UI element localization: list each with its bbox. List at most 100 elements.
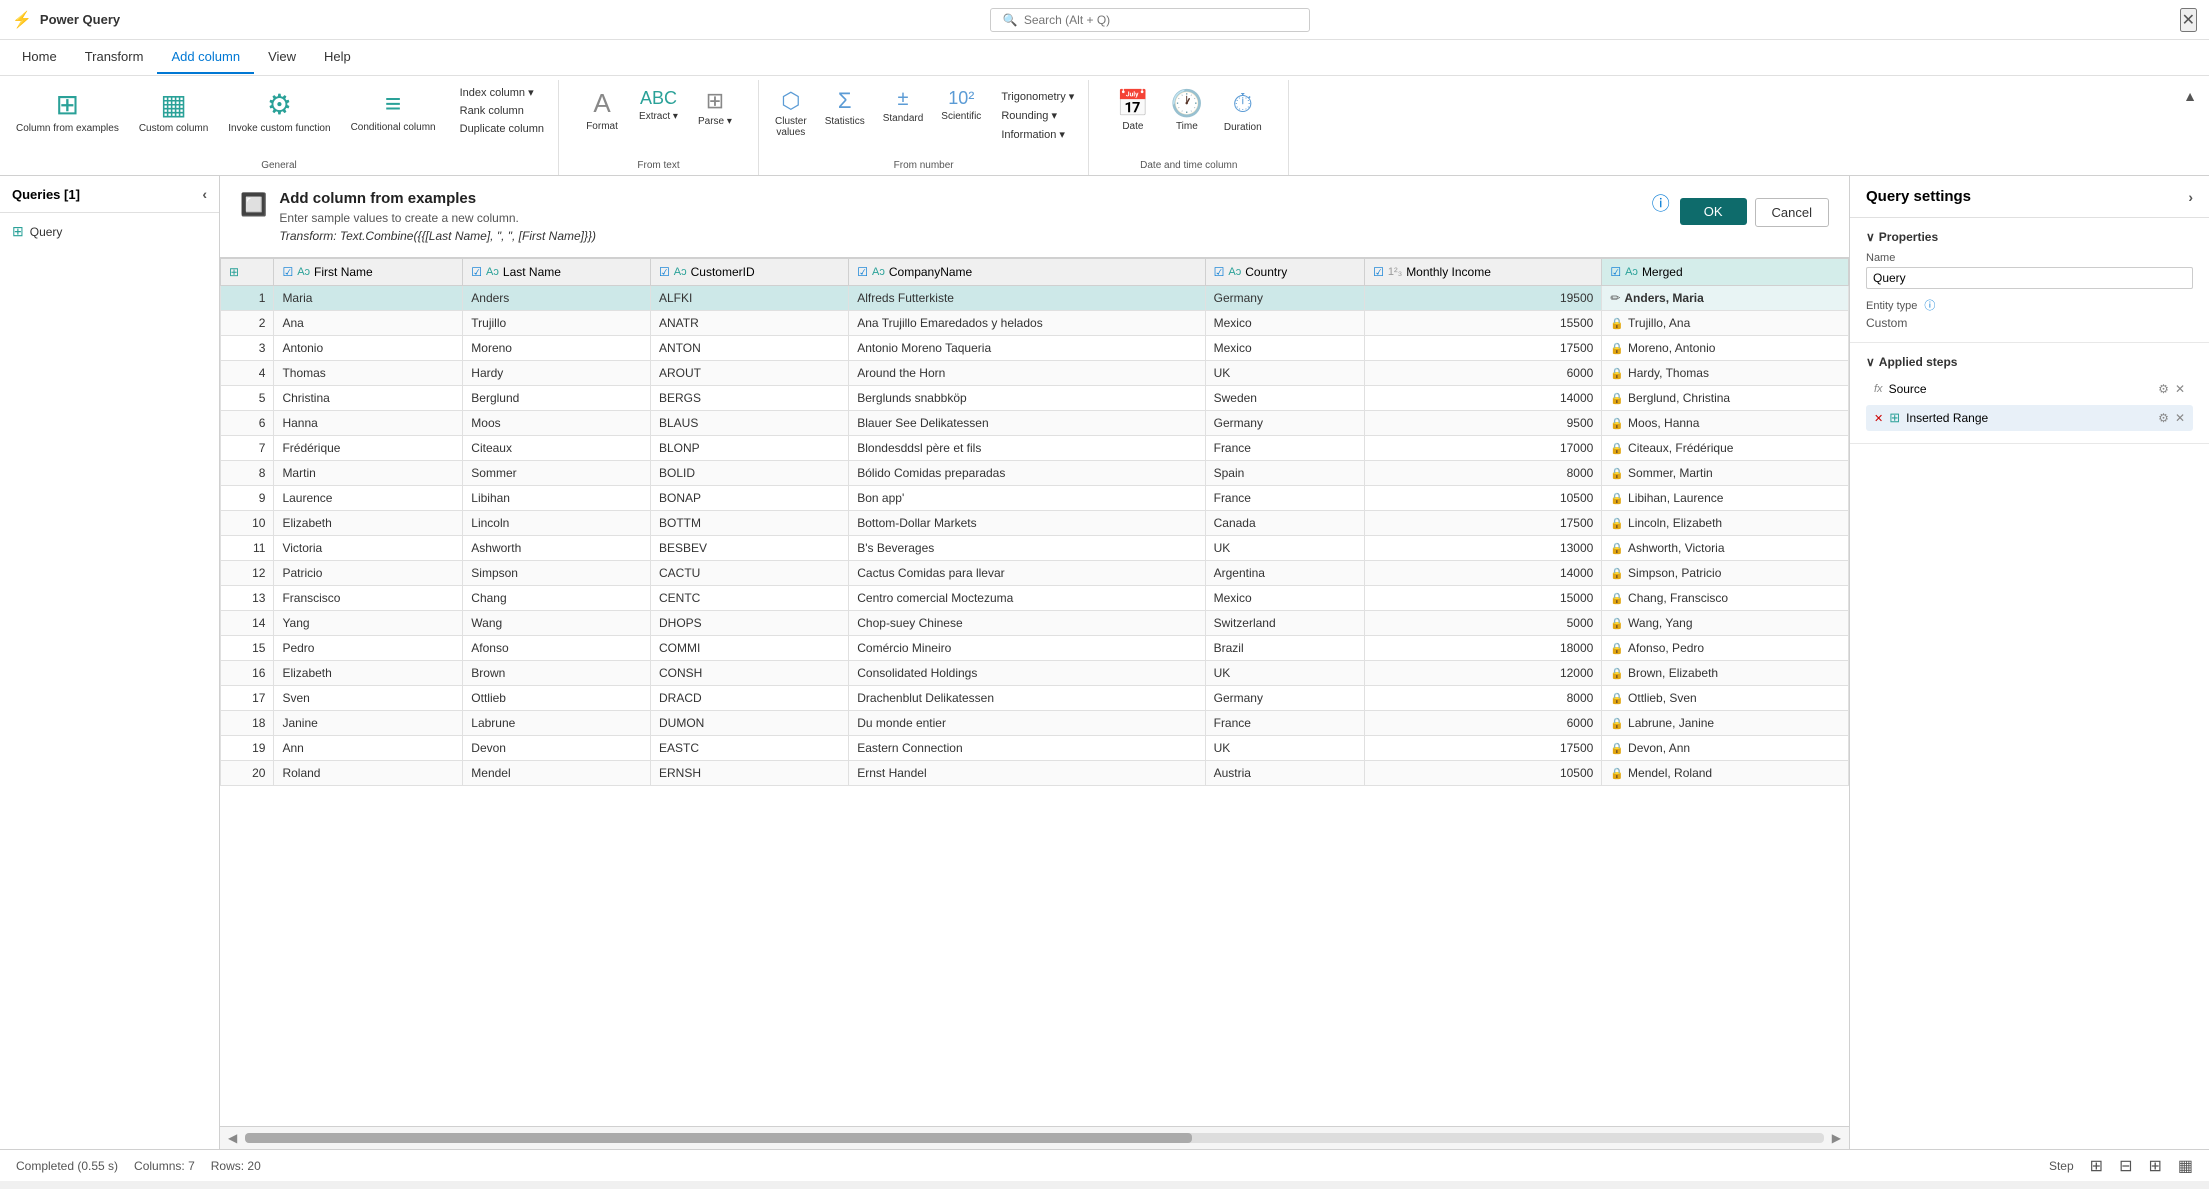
table-row[interactable]: 3AntonioMorenoANTONAntonio Moreno Taquer… xyxy=(221,336,1849,361)
search-box[interactable]: 🔍 xyxy=(990,8,1310,32)
table-row[interactable]: 5ChristinaBerglundBERGSBerglunds snabbkö… xyxy=(221,386,1849,411)
close-button[interactable]: ✕ xyxy=(2180,8,2197,32)
grid-icon[interactable]: ⊟ xyxy=(2119,1156,2132,1176)
edit-icon[interactable]: ✏ xyxy=(1610,291,1620,305)
inserted-range-settings-icon[interactable]: ⚙ xyxy=(2158,411,2169,425)
settings-expand-icon[interactable]: › xyxy=(2188,189,2193,205)
ribbon-btn-date[interactable]: 📅 Date xyxy=(1108,84,1158,136)
merged-value: Wang, Yang xyxy=(1628,616,1693,630)
col-type-icon-first-name: Aↄ xyxy=(297,266,310,278)
ribbon-btn-invoke-custom[interactable]: ⚙ Invoke custom function xyxy=(220,84,338,138)
queries-collapse-icon[interactable]: ‹ xyxy=(202,186,207,202)
col-check-monthly-income: ☑ xyxy=(1373,265,1384,279)
ribbon-btn-time[interactable]: 🕐 Time xyxy=(1162,84,1212,136)
menu-transform[interactable]: Transform xyxy=(71,41,158,74)
table-row[interactable]: 2AnaTrujilloANATRAna Trujillo Emaredados… xyxy=(221,311,1849,336)
table-row[interactable]: 7FrédériqueCiteauxBLONPBlondesddsl père … xyxy=(221,436,1849,461)
data-table-container[interactable]: ⊞ ☑ Aↄ First Name ☑ Aↄ xyxy=(220,258,1849,1126)
col-header-monthly-income[interactable]: ☑ 1²₃ Monthly Income xyxy=(1365,259,1602,286)
menu-view[interactable]: View xyxy=(254,41,310,74)
ribbon-btn-custom-column[interactable]: ▦ Custom column xyxy=(131,84,216,138)
examples-banner-actions: OK Cancel xyxy=(1680,198,1829,227)
lock-icon: 🔒 xyxy=(1610,492,1624,505)
ribbon-btn-rank-column[interactable]: Rank column xyxy=(454,103,550,119)
table-row[interactable]: 6HannaMoosBLAUSBlauer See DelikatessenGe… xyxy=(221,411,1849,436)
applied-steps-expand[interactable]: ∨ Applied steps xyxy=(1866,355,2193,369)
ribbon-btn-information[interactable]: Information ▾ xyxy=(995,126,1080,143)
table-icon[interactable]: ⊞ xyxy=(2148,1156,2161,1176)
step-source[interactable]: fx Source ⚙ ✕ xyxy=(1866,377,2193,401)
time-icon: 🕐 xyxy=(1171,88,1203,119)
table-row[interactable]: 15PedroAfonsoCOMMIComércio MineiroBrazil… xyxy=(221,636,1849,661)
ribbon-btn-index-column[interactable]: Index column ▾ xyxy=(454,84,550,101)
step-inserted-range[interactable]: ✕ ⊞ Inserted Range ⚙ ✕ xyxy=(1866,405,2193,431)
ribbon-btn-rounding[interactable]: Rounding ▾ xyxy=(995,107,1080,124)
delete-icon[interactable]: ✕ xyxy=(1874,412,1883,425)
scroll-right-icon[interactable]: ▶ xyxy=(1832,1131,1841,1145)
col-header-merged[interactable]: ☑ Aↄ Merged xyxy=(1602,259,1849,286)
ribbon-btn-cluster[interactable]: ⬡ Clustervalues xyxy=(767,84,815,142)
table-row[interactable]: 17SvenOttliebDRACDDrachenblut Delikatess… xyxy=(221,686,1849,711)
table-row[interactable]: 11VictoriaAshworthBESBEVB's BeveragesUK1… xyxy=(221,536,1849,561)
ribbon-collapse-btn[interactable]: ▲ xyxy=(2175,84,2205,108)
search-input[interactable] xyxy=(1024,13,1244,27)
ribbon-btn-standard[interactable]: ± Standard xyxy=(875,84,932,128)
ribbon-btn-trigonometry[interactable]: Trigonometry ▾ xyxy=(995,88,1080,105)
ribbon-group-datetime-label: Date and time column xyxy=(1097,156,1280,175)
table-row[interactable]: 20RolandMendelERNSHErnst HandelAustria10… xyxy=(221,761,1849,786)
source-step-settings-icon[interactable]: ⚙ xyxy=(2158,382,2169,396)
ribbon-btn-format[interactable]: A Format xyxy=(577,84,627,136)
properties-expand[interactable]: ∨ Properties xyxy=(1866,230,2193,244)
ribbon-btn-extract[interactable]: ABC Extract ▾ xyxy=(631,84,686,126)
scrollbar-thumb[interactable] xyxy=(245,1133,1192,1143)
settings-header: Query settings › xyxy=(1850,176,2209,218)
merged-value: Trujillo, Ana xyxy=(1628,316,1690,330)
table-row[interactable]: 16ElizabethBrownCONSHConsolidated Holdin… xyxy=(221,661,1849,686)
table-row[interactable]: 13FransciscoChangCENTCCentro comercial M… xyxy=(221,586,1849,611)
ribbon-btn-parse[interactable]: ⊞ Parse ▾ xyxy=(690,84,740,131)
table-row[interactable]: 8MartinSommerBOLIDBólido Comidas prepara… xyxy=(221,461,1849,486)
table-row[interactable]: 14YangWangDHOPSChop-suey ChineseSwitzerl… xyxy=(221,611,1849,636)
layout-icon[interactable]: ▦ xyxy=(2178,1156,2193,1176)
ribbon-btn-conditional[interactable]: ≡ Conditional column xyxy=(343,84,444,137)
status-bar-right: Step ⊞ ⊟ ⊞ ▦ xyxy=(2049,1156,2193,1176)
inserted-range-step-icon: ⊞ xyxy=(1889,410,1900,426)
inserted-range-delete2-icon[interactable]: ✕ xyxy=(2175,411,2185,425)
source-step-delete-icon[interactable]: ✕ xyxy=(2175,382,2185,396)
ribbon-btn-scientific[interactable]: 10² Scientific xyxy=(933,84,989,126)
col-label-first-name: First Name xyxy=(314,265,373,279)
merged-value: Lincoln, Elizabeth xyxy=(1628,516,1722,530)
ribbon-btn-duration[interactable]: ⏱ Duration xyxy=(1216,84,1270,137)
ribbon-btn-duplicate-column[interactable]: Duplicate column xyxy=(454,121,550,137)
table-row[interactable]: 10ElizabethLincolnBOTTMBottom-Dollar Mar… xyxy=(221,511,1849,536)
applied-steps-list: fx Source ⚙ ✕ ✕ ⊞ Inserted Range xyxy=(1866,377,2193,431)
standard-icon: ± xyxy=(898,88,909,111)
col-header-first-name[interactable]: ☑ Aↄ First Name xyxy=(274,259,463,286)
table-row[interactable]: 19AnnDevonEASTCEastern ConnectionUK17500… xyxy=(221,736,1849,761)
col-header-last-name[interactable]: ☑ Aↄ Last Name xyxy=(463,259,651,286)
table-row[interactable]: 12PatricioSimpsonCACTUCactus Comidas par… xyxy=(221,561,1849,586)
menu-home[interactable]: Home xyxy=(8,41,71,74)
ribbon-btn-column-from-examples[interactable]: ⊞ Column from examples xyxy=(8,84,127,138)
lock-icon: 🔒 xyxy=(1610,442,1624,455)
table-row[interactable]: 9LaurenceLibihanBONAPBon app'France10500… xyxy=(221,486,1849,511)
lock-icon: 🔒 xyxy=(1610,367,1624,380)
query-item[interactable]: ⊞ Query xyxy=(4,217,215,246)
ribbon-btn-statistics[interactable]: Σ Statistics xyxy=(817,84,873,131)
table-row[interactable]: 4ThomasHardyAROUTAround the HornUK6000🔒H… xyxy=(221,361,1849,386)
cancel-button[interactable]: Cancel xyxy=(1755,198,1829,227)
step-icon[interactable]: ⊞ xyxy=(2090,1156,2103,1176)
col-header-customer-id[interactable]: ☑ Aↄ CustomerID xyxy=(651,259,849,286)
table-row[interactable]: 18JanineLabruneDUMONDu monde entierFranc… xyxy=(221,711,1849,736)
menu-help[interactable]: Help xyxy=(310,41,365,74)
help-icon[interactable]: ⓘ xyxy=(1652,190,1670,216)
col-header-company-name[interactable]: ☑ Aↄ CompanyName xyxy=(849,259,1205,286)
ok-button[interactable]: OK xyxy=(1680,198,1747,225)
query-name-input[interactable] xyxy=(1866,267,2193,289)
col-header-country[interactable]: ☑ Aↄ Country xyxy=(1205,259,1365,286)
scroll-left-icon[interactable]: ◀ xyxy=(228,1131,237,1145)
col-check-customer-id: ☑ xyxy=(659,265,670,279)
table-row[interactable]: 1MariaAndersALFKIAlfreds FutterkisteGerm… xyxy=(221,286,1849,311)
menu-add-column[interactable]: Add column xyxy=(157,41,254,74)
menu-bar: Home Transform Add column View Help xyxy=(0,40,2209,76)
